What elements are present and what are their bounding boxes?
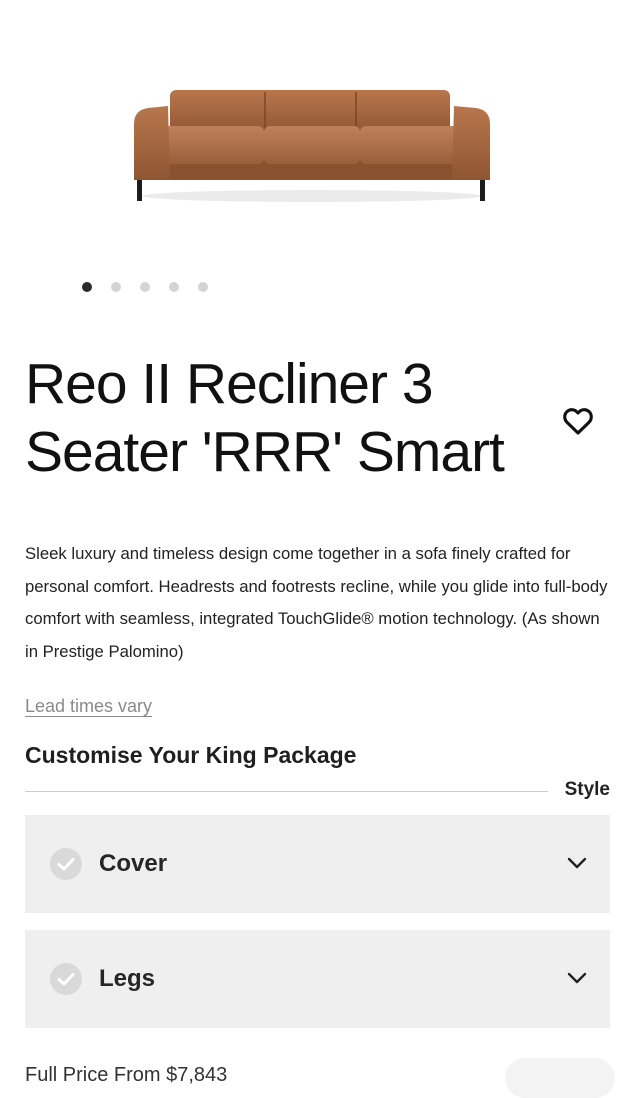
carousel-dot[interactable] (198, 282, 208, 292)
full-price-text: Full Price From $7,843 (25, 1064, 228, 1086)
check-circle-icon (50, 963, 82, 995)
divider-line (25, 791, 548, 792)
heart-icon[interactable] (561, 404, 595, 438)
customise-heading: Customise Your King Package (25, 742, 357, 768)
product-image-carousel[interactable] (0, 0, 635, 292)
style-label: Style (564, 779, 610, 800)
carousel-dot[interactable] (140, 282, 150, 292)
check-circle-icon (50, 848, 82, 880)
chevron-down-icon[interactable] (566, 852, 588, 874)
chevron-down-icon[interactable] (566, 967, 588, 989)
legs-option-label: Legs (99, 965, 156, 992)
lead-times-link[interactable]: Lead times vary (25, 696, 152, 717)
legs-option-accordion[interactable]: Legs (25, 930, 610, 1028)
cover-option-label: Cover (99, 850, 168, 877)
cover-option-accordion[interactable]: Cover (25, 815, 610, 913)
carousel-dot[interactable] (82, 282, 92, 292)
carousel-dot[interactable] (111, 282, 121, 292)
carousel-pagination (82, 282, 208, 292)
style-section-divider: Style (25, 777, 610, 805)
carousel-dot[interactable] (169, 282, 179, 292)
product-title: Reo II Recliner 3 Seater 'RRR' Smart (25, 352, 505, 484)
add-to-cart-button[interactable] (505, 1058, 615, 1098)
product-description: Sleek luxury and timeless design come to… (25, 544, 608, 661)
sofa-product-image (134, 90, 490, 202)
